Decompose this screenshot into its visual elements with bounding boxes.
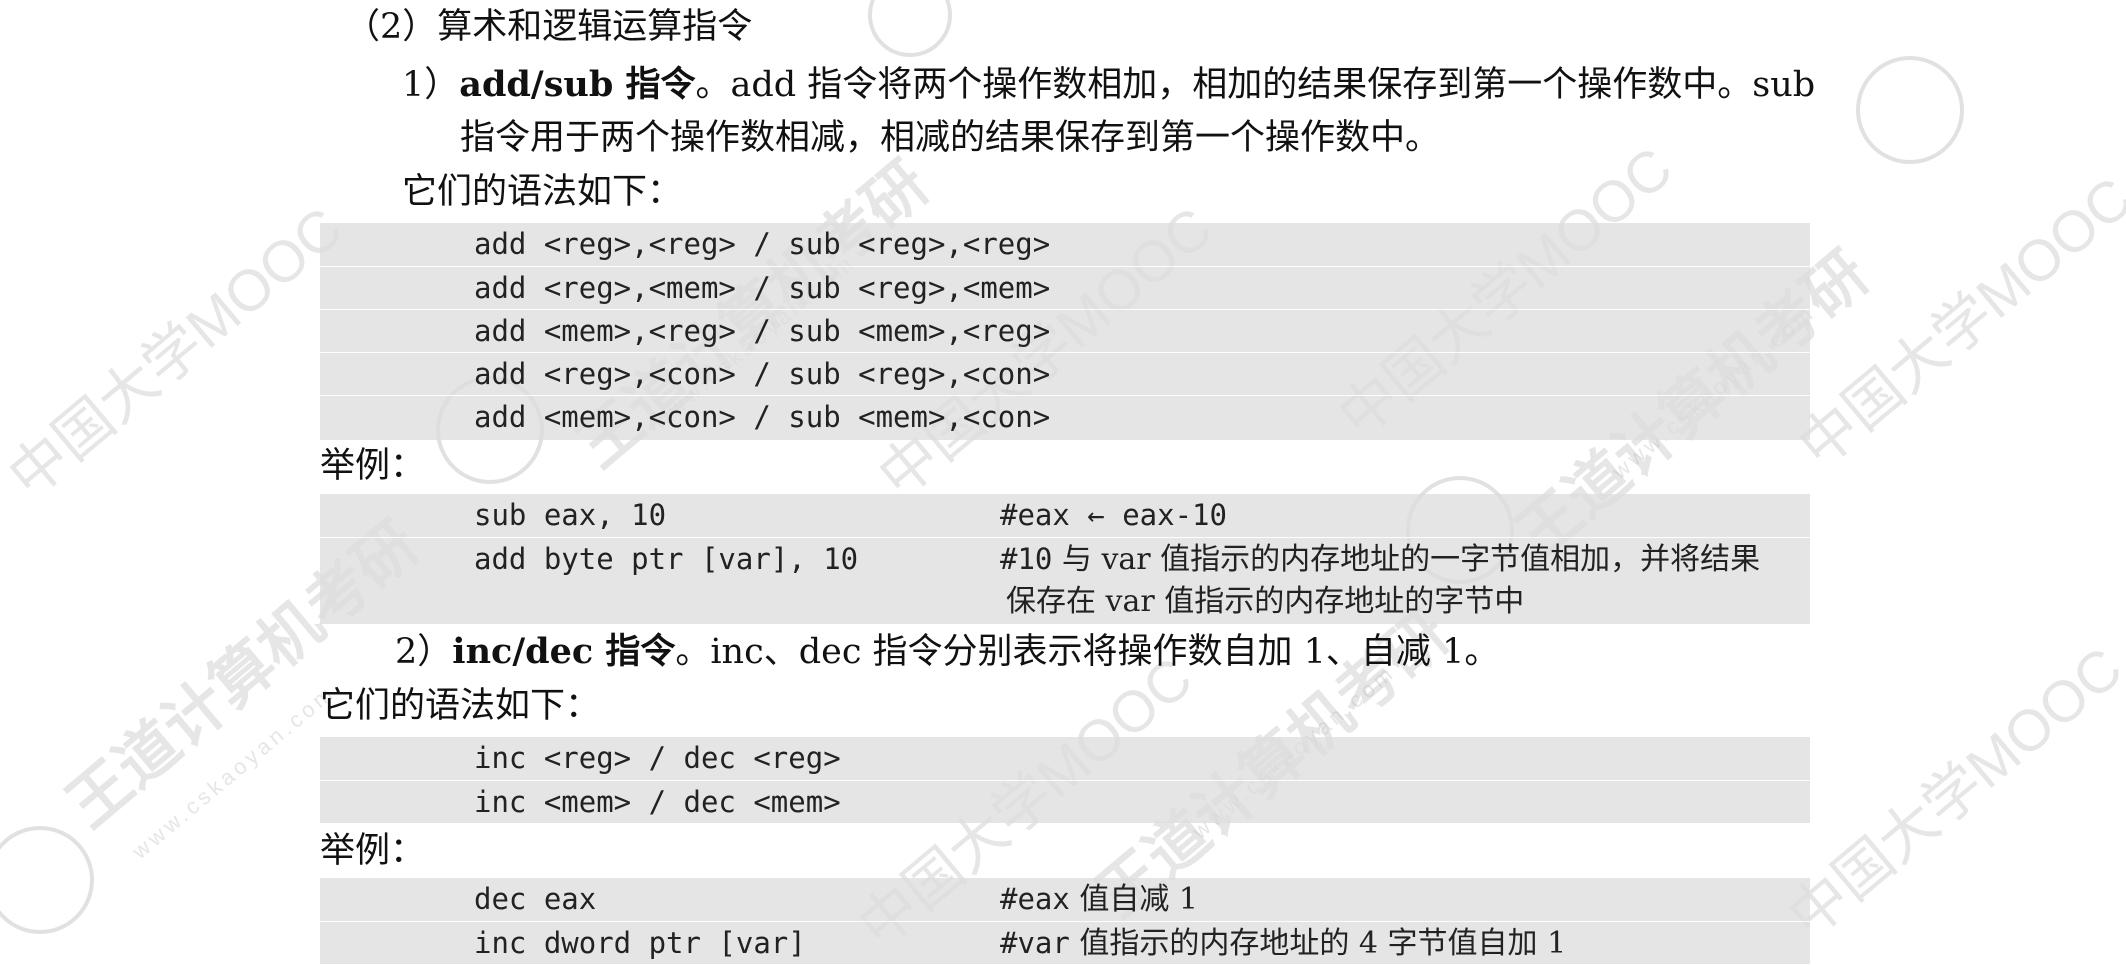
- code-row: dec eax #eax 值自减 1: [320, 878, 1810, 921]
- code-line: add <mem>,<reg> / sub <mem>,<reg>: [474, 314, 1051, 348]
- item-prefix: 1）: [402, 65, 460, 105]
- code-line: add <mem>,<con> / sub <mem>,<con>: [474, 400, 1051, 434]
- section-heading: （2）算术和逻辑运算指令: [345, 7, 753, 47]
- item-description: 。add 指令将两个操作数相加，相加的结果保存到第一个操作数中。sub: [695, 65, 1816, 105]
- code-row: add byte ptr [var], 10 #10 与 var 值指示的内存地…: [320, 537, 1810, 581]
- document-page: （2）算术和逻辑运算指令 1）add/sub 指令。add 指令将两个操作数相加…: [0, 0, 2126, 964]
- inc-dec-description: 2）inc/dec 指令。inc、dec 指令分别表示将操作数自加 1、自减 1…: [395, 627, 1499, 677]
- add-sub-description-line1: 1）add/sub 指令。add 指令将两个操作数相加，相加的结果保存到第一个操…: [402, 60, 1815, 110]
- code-comment: #eax 值自减 1: [1000, 882, 1199, 917]
- item-title: add/sub 指令: [459, 64, 696, 105]
- item-title: inc/dec 指令: [452, 631, 676, 672]
- code-comment-continuation: 保存在 var 值指示的内存地址的字节中: [1006, 584, 1525, 619]
- code-line: add <reg>,<reg> / sub <reg>,<reg>: [474, 227, 1051, 261]
- syntax-code-block: inc <reg> / dec <reg> inc <mem> / dec <m…: [320, 737, 1810, 823]
- code-row: inc <mem> / dec <mem>: [320, 780, 1810, 824]
- code-line: dec eax: [474, 882, 597, 916]
- code-line: sub eax, 10: [474, 498, 667, 532]
- code-row: sub eax, 10 #eax ← eax-10: [320, 494, 1810, 537]
- item-prefix: 2）: [395, 632, 453, 672]
- code-row: add <reg>,<mem> / sub <reg>,<mem>: [320, 266, 1810, 310]
- code-line: inc <reg> / dec <reg>: [474, 741, 841, 775]
- code-row: add <reg>,<con> / sub <reg>,<con>: [320, 352, 1810, 396]
- code-comment: #var 值指示的内存地址的 4 字节值自加 1: [1000, 926, 1567, 961]
- code-row: add <mem>,<reg> / sub <mem>,<reg>: [320, 309, 1810, 353]
- code-line: add <reg>,<con> / sub <reg>,<con>: [474, 357, 1051, 391]
- item-description: 。inc、dec 指令分别表示将操作数自加 1、自减 1。: [675, 632, 1500, 672]
- syntax-intro: 它们的语法如下：: [402, 172, 683, 212]
- code-row: inc <reg> / dec <reg>: [320, 737, 1810, 780]
- code-comment: #eax ← eax-10: [1000, 498, 1227, 532]
- code-line: inc <mem> / dec <mem>: [474, 785, 841, 819]
- example-intro: 举例：: [320, 831, 426, 871]
- code-row: add <mem>,<con> / sub <mem>,<con>: [320, 395, 1810, 439]
- code-row: inc dword ptr [var] #var 值指示的内存地址的 4 字节值…: [320, 921, 1810, 965]
- code-line: add <reg>,<mem> / sub <reg>,<mem>: [474, 271, 1051, 305]
- code-line: inc dword ptr [var]: [474, 926, 806, 960]
- example-intro: 举例：: [320, 446, 426, 486]
- code-line: add byte ptr [var], 10: [474, 542, 859, 576]
- add-sub-description-line2: 指令用于两个操作数相减，相减的结果保存到第一个操作数中。: [460, 118, 1441, 158]
- syntax-intro: 它们的语法如下：: [320, 686, 601, 726]
- example-code-block: dec eax #eax 值自减 1 inc dword ptr [var] #…: [320, 878, 1810, 964]
- code-row: 保存在 var 值指示的内存地址的字节中: [320, 580, 1810, 623]
- code-row: add <reg>,<reg> / sub <reg>,<reg>: [320, 223, 1810, 266]
- code-comment: #10 与 var 值指示的内存地址的一字节值相加，并将结果: [1000, 542, 1761, 577]
- syntax-code-block: add <reg>,<reg> / sub <reg>,<reg> add <r…: [320, 223, 1810, 440]
- example-code-block: sub eax, 10 #eax ← eax-10 add byte ptr […: [320, 494, 1810, 624]
